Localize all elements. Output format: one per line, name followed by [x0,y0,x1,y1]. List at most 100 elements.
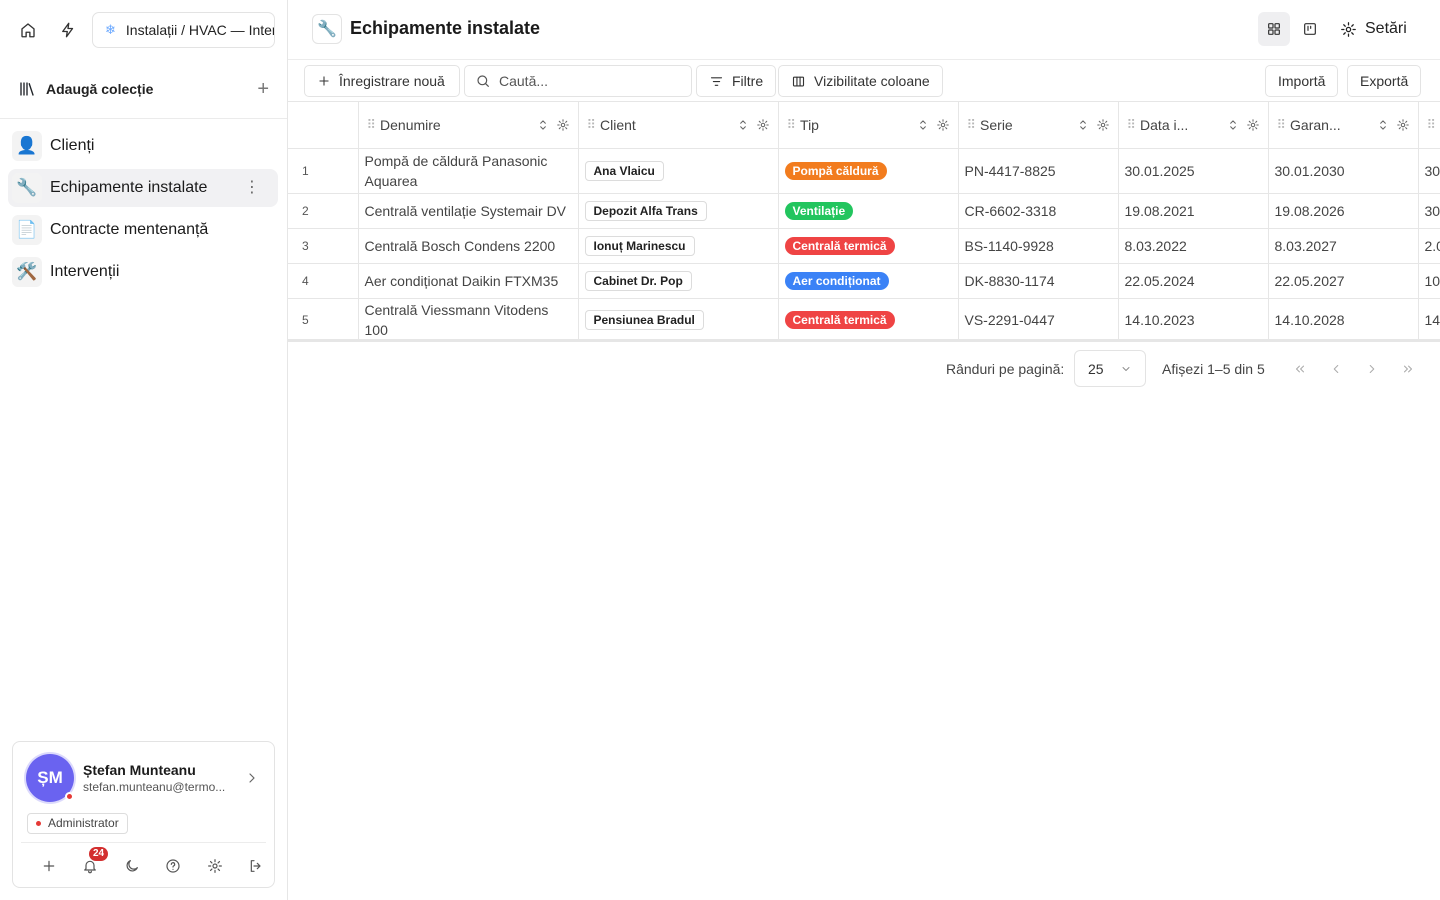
kanban-view-button[interactable] [1294,12,1326,46]
cell-data[interactable]: 8.03.2022 [1118,228,1269,264]
cell-tip[interactable]: Ventilație [778,193,959,229]
cell-garantie[interactable]: 8.03.2027 [1268,228,1419,264]
add-button[interactable] [38,855,60,877]
filters-button[interactable]: Filtre [696,65,777,97]
table-row[interactable]: 4 Aer condiționat Daikin FTXM35 Cabinet … [288,263,1440,299]
client-chip[interactable]: Depozit Alfa Trans [584,200,707,221]
cell-client[interactable]: Pensiunea Bradul [578,298,779,339]
cell-serie[interactable]: BS-1140-9928 [958,228,1119,264]
cell-denumire[interactable]: Centrală Bosch Condens 2200 [358,228,579,264]
sort-icon[interactable] [736,118,750,132]
sidebar-item-clienti[interactable]: 👤 Clienți [8,127,278,165]
grid-view-button[interactable] [1258,12,1290,46]
column-header-garantie[interactable]: ⠿ Garan... [1268,102,1419,149]
drag-handle-icon[interactable]: ⠿ [967,117,976,133]
more-vertical-icon[interactable]: ⋮ [244,180,260,196]
gear-icon[interactable] [1246,118,1260,132]
settings-button[interactable] [204,855,226,877]
cell-client[interactable]: Ionuț Marinescu [578,228,779,264]
cell-serie[interactable]: CR-6602-3318 [958,193,1119,229]
notifications-button[interactable]: 24 [79,847,109,877]
gear-icon[interactable] [556,118,570,132]
sidebar-item-interventii[interactable]: 🛠️ Intervenții [8,253,278,291]
cell-serie[interactable]: DK-8830-1174 [958,263,1119,299]
column-header-serie[interactable]: ⠿ Serie [958,102,1119,149]
column-header-extra[interactable]: ⠿ [1418,102,1440,149]
table-row[interactable]: 5 Centrală Viessmann Vitodens 100 Pensiu… [288,298,1440,339]
cell-denumire[interactable]: Centrală ventilație Systemair DV [358,193,579,229]
new-record-button[interactable]: Înregistrare nouă [304,65,460,97]
cell-tip[interactable]: Centrală termică [778,228,959,264]
drag-handle-icon[interactable]: ⠿ [1127,117,1136,133]
cell-garantie[interactable]: 19.08.2026 [1268,193,1419,229]
drag-handle-icon[interactable]: ⠿ [587,117,596,133]
cell-serie[interactable]: VS-2291-0447 [958,298,1119,339]
first-page-button[interactable] [1290,359,1310,379]
drag-handle-icon[interactable]: ⠿ [367,117,376,133]
cell-denumire[interactable]: Pompă de căldură Panasonic Aquarea [358,148,579,194]
last-page-button[interactable] [1398,359,1418,379]
cell-extra[interactable]: 2.0 [1418,228,1440,264]
cell-data[interactable]: 19.08.2021 [1118,193,1269,229]
plus-icon[interactable]: + [257,78,269,101]
next-page-button[interactable] [1362,359,1382,379]
client-chip[interactable]: Pensiunea Bradul [584,310,704,330]
rows-per-page-select[interactable]: 25 [1074,350,1146,387]
cell-denumire[interactable]: Aer condiționat Daikin FTXM35 [358,263,579,299]
cell-client[interactable]: Depozit Alfa Trans [578,193,779,229]
sort-icon[interactable] [1376,118,1390,132]
column-header-client[interactable]: ⠿ Client [578,102,779,149]
cell-client[interactable]: Cabinet Dr. Pop [578,263,779,299]
drag-handle-icon[interactable]: ⠿ [1427,117,1436,133]
cell-data[interactable]: 22.05.2024 [1118,263,1269,299]
cell-extra[interactable]: 10 [1418,263,1440,299]
prev-page-button[interactable] [1326,359,1346,379]
column-header-tip[interactable]: ⠿ Tip [778,102,959,149]
cell-tip[interactable]: Pompă căldură [778,148,959,194]
sort-icon[interactable] [1226,118,1240,132]
sort-icon[interactable] [916,118,930,132]
cell-client[interactable]: Ana Vlaicu [578,148,779,194]
drag-handle-icon[interactable]: ⠿ [787,117,796,133]
sort-icon[interactable] [1076,118,1090,132]
cell-tip[interactable]: Aer condiționat [778,263,959,299]
cell-data[interactable]: 14.10.2023 [1118,298,1269,339]
cell-extra[interactable]: 14 [1418,298,1440,339]
theme-button[interactable] [121,855,143,877]
client-chip[interactable]: Ana Vlaicu [584,160,664,181]
cell-extra[interactable]: 30 [1418,193,1440,229]
column-visibility-button[interactable]: Vizibilitate coloane [778,65,943,97]
gear-icon[interactable] [756,118,770,132]
column-header-data[interactable]: ⠿ Data i... [1118,102,1269,149]
table-row[interactable]: 3 Centrală Bosch Condens 2200 Ionuț Mari… [288,228,1440,264]
settings-button[interactable]: Setări [1340,12,1407,46]
help-button[interactable] [162,855,184,877]
add-collection-row[interactable]: Adaugă colecție + [0,60,287,119]
cell-tip[interactable]: Centrală termică [778,298,959,339]
cell-denumire[interactable]: Centrală Viessmann Vitodens 100 [358,298,579,339]
search-input[interactable] [499,73,679,89]
client-chip[interactable]: Cabinet Dr. Pop [584,270,692,291]
table-row[interactable]: 2 Centrală ventilație Systemair DV Depoz… [288,193,1440,229]
cell-extra[interactable]: 30 [1418,148,1440,194]
gear-icon[interactable] [1096,118,1110,132]
cell-serie[interactable]: PN-4417-8825 [958,148,1119,194]
logout-button[interactable] [245,855,267,877]
column-header-denumire[interactable]: ⠿ Denumire [358,102,579,149]
cell-garantie[interactable]: 30.01.2030 [1268,148,1419,194]
table-row[interactable]: 1 Pompă de căldură Panasonic Aquarea Ana… [288,148,1440,194]
workspace-switcher[interactable]: ❄ Instalații / HVAC — Interne [92,12,275,48]
cell-garantie[interactable]: 22.05.2027 [1268,263,1419,299]
home-button[interactable] [12,14,44,46]
client-chip[interactable]: Ionuț Marinescu [584,235,695,256]
gear-icon[interactable] [936,118,950,132]
chevron-right-icon[interactable] [244,770,260,786]
import-button[interactable]: Importă [1265,65,1339,97]
avatar[interactable]: ȘM [26,754,74,802]
cell-garantie[interactable]: 14.10.2028 [1268,298,1419,339]
drag-handle-icon[interactable]: ⠿ [1277,117,1286,133]
sort-icon[interactable] [536,118,550,132]
automations-button[interactable] [52,14,84,46]
sidebar-item-echipamente[interactable]: 🔧 Echipamente instalate ⋮ [8,169,278,207]
sidebar-item-contracte[interactable]: 📄 Contracte mentenanță [8,211,278,249]
